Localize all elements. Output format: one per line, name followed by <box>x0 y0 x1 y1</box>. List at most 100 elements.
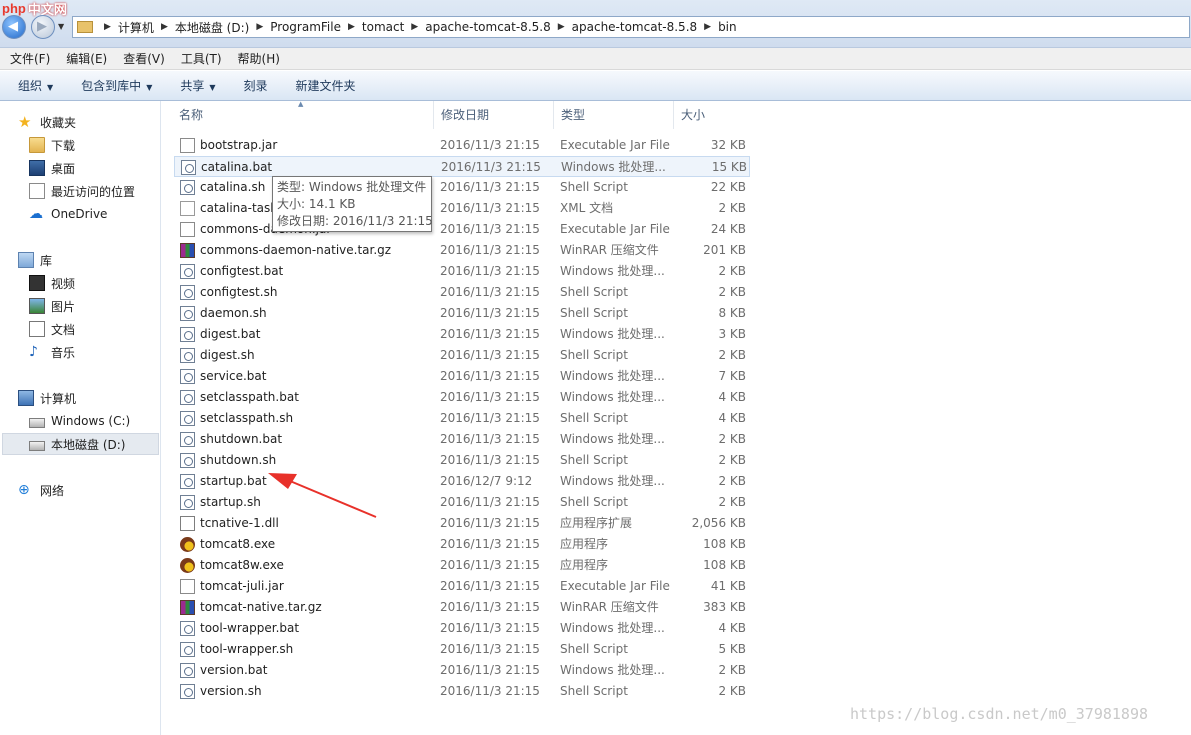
breadcrumb-computer[interactable]: 计算机 <box>118 19 154 36</box>
share-button[interactable]: 共享 ▼ <box>180 77 215 94</box>
chevron-right-icon[interactable]: ▶ <box>411 22 418 32</box>
breadcrumb-drive-d[interactable]: 本地磁盘 (D:) <box>175 19 249 36</box>
computer-icon <box>18 390 34 406</box>
file-row[interactable]: shutdown.sh 2016/11/3 21:15 Shell Script 2 … <box>174 450 750 471</box>
include-in-library-button[interactable]: 包含到库中 ▼ <box>81 77 152 94</box>
menu-file[interactable]: 文件(F) <box>10 50 50 67</box>
chevron-right-icon[interactable]: ▶ <box>558 22 565 32</box>
file-row[interactable]: tool-wrapper.bat 2016/11/3 21:15 Windows 批… <box>174 618 750 639</box>
file-size: 15 KB <box>711 160 747 174</box>
nav-computer[interactable]: 计算机 <box>18 387 177 409</box>
nav-downloads[interactable]: 下载 <box>29 134 188 156</box>
breadcrumb-apache-tomcat-1[interactable]: apache-tomcat-8.5.8 <box>425 20 551 34</box>
file-row[interactable]: digest.sh 2016/11/3 21:15 Shell Script 2 KB <box>174 345 750 366</box>
nav-pictures[interactable]: 图片 <box>29 295 188 317</box>
address-bar[interactable]: ▶ 计算机 ▶ 本地磁盘 (D:) ▶ ProgramFile ▶ tomact… <box>72 16 1190 38</box>
file-row[interactable]: tool-wrapper.sh 2016/11/3 21:15 Shell Scri… <box>174 639 750 660</box>
file-row[interactable]: version.sh 2016/11/3 21:15 Shell Script 2 K… <box>174 681 750 702</box>
desktop-icon <box>29 160 45 176</box>
breadcrumb-apache-tomcat-2[interactable]: apache-tomcat-8.5.8 <box>572 20 698 34</box>
chevron-right-icon[interactable]: ▶ <box>348 22 355 32</box>
command-toolbar: 组织 ▼ 包含到库中 ▼ 共享 ▼ 刻录 新建文件夹 <box>0 71 1191 101</box>
nav-music[interactable]: ♪ 音乐 <box>29 341 188 363</box>
file-name: daemon.sh <box>200 306 267 320</box>
file-row[interactable]: shutdown.bat 2016/11/3 21:15 Windows 批处理..… <box>174 429 750 450</box>
file-type: Shell Script <box>560 411 628 425</box>
file-size: 8 KB <box>718 306 746 320</box>
nav-favorites[interactable]: ★ 收藏夹 <box>18 111 177 133</box>
file-row[interactable]: catalina.bat 2016/11/3 21:15 Windows 批处理..… <box>174 156 750 177</box>
organize-button[interactable]: 组织 ▼ <box>18 77 53 94</box>
bat-file-icon <box>180 621 195 636</box>
file-type: Windows 批处理... <box>560 327 665 341</box>
file-row[interactable]: configtest.bat 2016/11/3 21:15 Windows 批处理… <box>174 261 750 282</box>
nav-network[interactable]: ⊕ 网络 <box>18 479 177 501</box>
nav-recent-places[interactable]: 最近访问的位置 <box>29 180 188 202</box>
menu-help[interactable]: 帮助(H) <box>238 50 280 67</box>
chevron-right-icon[interactable]: ▶ <box>161 22 168 32</box>
file-row[interactable]: configtest.sh 2016/11/3 21:15 Shell Script… <box>174 282 750 303</box>
file-name: version.sh <box>200 684 262 698</box>
file-row[interactable]: tomcat8.exe 2016/11/3 21:15 应用程序 108 KB <box>174 534 750 555</box>
file-row[interactable]: commons-daemon.jar 2016/11/3 21:15 Executa… <box>174 219 750 240</box>
file-date: 2016/11/3 21:15 <box>440 516 540 530</box>
new-folder-button[interactable]: 新建文件夹 <box>296 77 356 94</box>
video-icon <box>29 275 45 291</box>
file-date: 2016/11/3 21:15 <box>441 160 541 174</box>
star-icon: ★ <box>18 113 32 131</box>
menu-view[interactable]: 查看(V) <box>123 50 165 67</box>
file-date: 2016/11/3 21:15 <box>440 537 540 551</box>
nav-documents[interactable]: 文档 <box>29 318 188 340</box>
file-row[interactable]: daemon.sh 2016/11/3 21:15 Shell Script 8 KB <box>174 303 750 324</box>
file-row[interactable]: setclasspath.sh 2016/11/3 21:15 Shell Scri… <box>174 408 750 429</box>
file-row[interactable]: startup.bat 2016/12/7 9:12 Windows 批处理... 2… <box>174 471 750 492</box>
file-date: 2016/11/3 21:15 <box>440 453 540 467</box>
forward-button[interactable]: ▶ <box>31 15 55 39</box>
file-row[interactable]: setclasspath.bat 2016/11/3 21:15 Windows 批… <box>174 387 750 408</box>
nav-onedrive[interactable]: ☁ OneDrive <box>29 203 188 225</box>
file-size: 4 KB <box>718 411 746 425</box>
chevron-right-icon[interactable]: ▶ <box>704 22 711 32</box>
breadcrumb-bin[interactable]: bin <box>718 20 737 34</box>
file-row[interactable]: startup.sh 2016/11/3 21:15 Shell Script 2 K… <box>174 492 750 513</box>
back-button[interactable]: ◀ <box>2 15 26 39</box>
nav-videos[interactable]: 视频 <box>29 272 188 294</box>
breadcrumb-programfile[interactable]: ProgramFile <box>270 20 341 34</box>
file-row[interactable]: tomcat8w.exe 2016/11/3 21:15 应用程序 108 KB <box>174 555 750 576</box>
file-row[interactable]: digest.bat 2016/11/3 21:15 Windows 批处理... 3… <box>174 324 750 345</box>
menu-edit[interactable]: 编辑(E) <box>66 50 107 67</box>
file-row[interactable]: version.bat 2016/11/3 21:15 Windows 批处理...… <box>174 660 750 681</box>
file-name: tomcat-native.tar.gz <box>200 600 322 614</box>
column-header-date[interactable]: 修改日期 <box>434 101 554 129</box>
file-size: 383 KB <box>703 600 746 614</box>
nav-libraries[interactable]: 库 <box>18 249 177 271</box>
file-row[interactable]: bootstrap.jar 2016/11/3 21:15 Executable J… <box>174 135 750 156</box>
file-type: Windows 批处理... <box>560 432 665 446</box>
chevron-right-icon[interactable]: ▶ <box>256 22 263 32</box>
column-header-size[interactable]: 大小 <box>674 101 744 129</box>
file-row[interactable]: catalina-tasks.xml 2016/11/3 21:15 XML 文档 2… <box>174 198 750 219</box>
picture-icon <box>29 298 45 314</box>
file-size: 2 KB <box>718 663 746 677</box>
file-row[interactable]: tcnative-1.dll 2016/11/3 21:15 应用程序扩展 2,056… <box>174 513 750 534</box>
file-date: 2016/11/3 21:15 <box>440 306 540 320</box>
recent-pages-dropdown-icon[interactable]: ▼ <box>58 22 64 31</box>
breadcrumb-tomact[interactable]: tomact <box>362 20 404 34</box>
file-row[interactable]: tomcat-juli.jar 2016/11/3 21:15 Executable… <box>174 576 750 597</box>
file-row[interactable]: tomcat-native.tar.gz 2016/11/3 21:15 WinRA… <box>174 597 750 618</box>
nav-label: 文档 <box>51 322 76 337</box>
burn-button[interactable]: 刻录 <box>244 77 268 94</box>
menu-tools[interactable]: 工具(T) <box>181 50 222 67</box>
nav-drive-d[interactable]: 本地磁盘 (D:) <box>2 433 159 455</box>
chevron-right-icon[interactable]: ▶ <box>104 22 111 32</box>
file-size: 2 KB <box>718 684 746 698</box>
file-row[interactable]: catalina.sh 2016/11/3 21:15 Shell Script 22… <box>174 177 750 198</box>
nav-drive-c[interactable]: Windows (C:) <box>29 410 188 432</box>
jar-file-icon <box>180 138 195 153</box>
file-row[interactable]: commons-daemon-native.tar.gz 2016/11/3 21… <box>174 240 750 261</box>
address-row: php 中文网 ◀ ▶ ▼ ▶ 计算机 ▶ 本地磁盘 (D:) ▶ Progra… <box>0 0 1191 48</box>
file-type: 应用程序 <box>560 558 609 572</box>
file-row[interactable]: service.bat 2016/11/3 21:15 Windows 批处理...… <box>174 366 750 387</box>
column-header-type[interactable]: 类型 <box>554 101 674 129</box>
nav-desktop[interactable]: 桌面 <box>29 157 188 179</box>
